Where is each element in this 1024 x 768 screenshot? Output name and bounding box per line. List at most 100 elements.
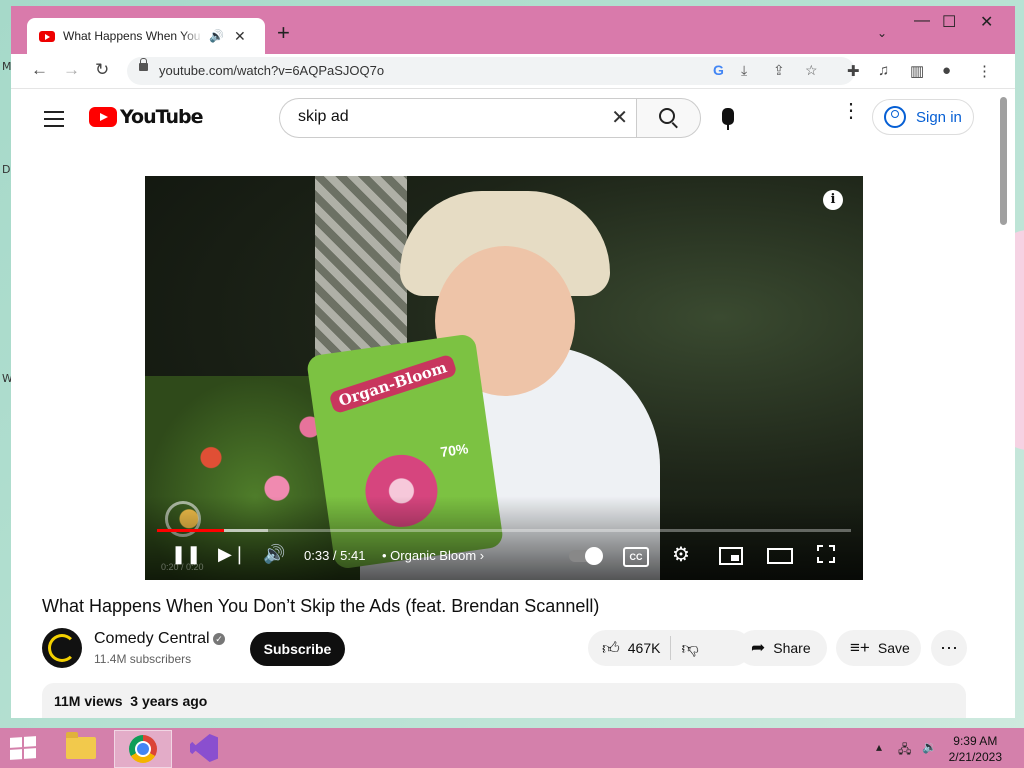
taskbar-chrome[interactable] [114, 730, 172, 768]
forward-arrow-icon[interactable]: → [63, 60, 80, 80]
pause-icon[interactable]: ❚❚ [171, 544, 201, 565]
save-button[interactable]: ≡+ Save [836, 630, 921, 666]
speaker-icon[interactable]: 🔊 [209, 29, 224, 43]
close-window-button[interactable]: ✕ [980, 12, 993, 32]
like-divider [670, 636, 672, 660]
autoplay-toggle[interactable] [569, 547, 603, 565]
share-arrow-icon: ➦ [751, 638, 766, 657]
side-panel-icon[interactable]: ▥ [910, 62, 924, 80]
settings-more-icon[interactable]: ⋮ [841, 101, 861, 121]
profile-avatar-icon[interactable]: ● [942, 62, 951, 79]
like-count[interactable]: 467K [628, 640, 661, 656]
video-title: What Happens When You Don’t Skip the Ads… [42, 596, 600, 616]
close-tab-icon[interactable]: ✕ [234, 28, 246, 45]
channel-name[interactable]: Comedy Central [94, 630, 210, 648]
fullscreen-icon[interactable] [817, 545, 835, 563]
chrome-icon [129, 735, 157, 763]
network-icon[interactable]: 🖧 [898, 740, 911, 761]
subscriber-count: 11.4M subscribers [94, 652, 192, 666]
lock-icon[interactable] [139, 58, 148, 71]
save-label: Save [877, 640, 910, 656]
theater-mode-icon[interactable] [767, 548, 793, 564]
save-playlist-icon: ≡+ [850, 638, 870, 657]
install-app-icon[interactable]: ⤓ [741, 62, 747, 79]
search-box[interactable]: ✕ [279, 98, 636, 138]
media-controls-icon[interactable]: ♫ [878, 62, 889, 79]
subscribe-button[interactable]: Subscribe [250, 632, 345, 666]
channel-avatar[interactable] [42, 628, 82, 668]
voice-search-mic-icon[interactable] [722, 108, 734, 130]
like-dislike-group: 👍︎ 467K 👎︎ [588, 630, 751, 666]
time-display: 0:33 / 5:41 [304, 548, 366, 563]
settings-gear-icon[interactable]: ⚙ [672, 542, 690, 567]
maximize-button[interactable]: ☐ [942, 12, 956, 32]
description-box[interactable]: 11M views 3 years ago [42, 683, 966, 718]
reload-icon[interactable]: ↻ [95, 60, 109, 80]
browser-toolbar: ← → ↻ youtube.com/watch?v=6AQPaSJOQ7o G … [11, 54, 1015, 89]
new-tab-button[interactable]: + [277, 20, 290, 46]
tray-chevron-icon[interactable]: ▴ [876, 740, 882, 754]
tab-title: What Happens When You Don't Skip the Ads… [63, 29, 203, 43]
search-input[interactable] [296, 107, 600, 127]
address-url[interactable]: youtube.com/watch?v=6AQPaSJOQ7o [159, 63, 384, 78]
extensions-puzzle-icon[interactable]: ✚ [847, 62, 860, 80]
next-icon[interactable]: ▶❘ [218, 544, 247, 565]
search-icon [659, 108, 675, 124]
volume-tray-icon[interactable]: 🔉 [922, 740, 937, 754]
desktop-icon-label[interactable]: D [2, 163, 10, 176]
view-count-and-age: 11M views 3 years ago [54, 693, 207, 709]
start-windows-icon[interactable] [10, 736, 36, 760]
youtube-play-icon [89, 107, 117, 127]
search-button[interactable] [636, 98, 701, 138]
upload-age: 3 years ago [130, 693, 208, 709]
back-arrow-icon[interactable]: ← [31, 60, 48, 80]
controls-gradient [145, 496, 863, 580]
video-player[interactable]: Organ-Bloom 70% i 0:20 / 0:20 ❚❚ ▶❘ 🔊 0:… [145, 176, 863, 580]
progress-played [157, 529, 225, 532]
chapter-label: Organic Bloom [390, 548, 477, 563]
thumbs-up-icon[interactable]: 👍︎ [602, 638, 620, 659]
tab-strip: What Happens When You Don't Skip the Ads… [11, 6, 1015, 54]
miniplayer-icon[interactable] [719, 547, 743, 565]
menu-hamburger-icon[interactable] [44, 111, 64, 132]
account-icon [884, 106, 906, 128]
google-lens-icon[interactable]: G [713, 62, 724, 78]
share-page-icon[interactable]: ⇪ [773, 62, 785, 79]
taskbar: ▴ 🖧 🔉 9:39 AM 2/21/2023 [0, 728, 1024, 768]
page-scrollbar[interactable] [995, 89, 1015, 718]
youtube-favicon-icon [39, 30, 55, 42]
product-percent-text: 70% [439, 440, 470, 460]
bookmark-star-icon[interactable]: ☆ [805, 62, 818, 79]
more-actions-button[interactable]: ⋯ [931, 630, 967, 666]
chapter-title[interactable]: • Organic Bloom › [382, 548, 484, 563]
taskbar-clock[interactable]: 9:39 AM 2/21/2023 [949, 733, 1002, 765]
product-brand-text: Organ-Bloom [328, 353, 458, 415]
clock-date: 2/21/2023 [948, 750, 1002, 764]
clear-search-icon[interactable]: ✕ [611, 105, 628, 130]
taskbar-visual-studio[interactable] [176, 730, 232, 766]
visual-studio-icon [190, 734, 218, 762]
progress-bar[interactable] [157, 529, 851, 532]
thumbs-down-icon[interactable]: 👎︎ [681, 638, 698, 659]
scrollbar-thumb[interactable] [1000, 97, 1007, 225]
info-icon[interactable]: i [823, 190, 843, 210]
browser-window: What Happens When You Don't Skip the Ads… [11, 6, 1015, 718]
folder-icon [66, 732, 96, 759]
sign-in-button[interactable]: Sign in [872, 99, 974, 135]
taskbar-file-explorer[interactable] [53, 730, 109, 766]
share-label: Share [773, 640, 811, 656]
browser-menu-icon[interactable]: ⋮ [977, 62, 992, 80]
clock-time: 9:39 AM [953, 734, 998, 748]
view-count: 11M views [54, 693, 123, 709]
minimize-button[interactable]: — [914, 12, 930, 30]
browser-tab[interactable]: What Happens When You Don't Skip the Ads… [27, 18, 265, 54]
volume-icon[interactable]: 🔊 [263, 544, 285, 565]
share-button[interactable]: ➦ Share [737, 630, 827, 666]
address-bar[interactable]: youtube.com/watch?v=6AQPaSJOQ7o G ⤓ ⇪ ☆ [127, 57, 855, 85]
captions-icon[interactable]: CC [623, 547, 649, 567]
sign-in-label: Sign in [916, 108, 962, 126]
tab-search-chevron-icon[interactable]: ⌄ [877, 26, 887, 40]
youtube-logo[interactable]: YouTube [89, 106, 203, 128]
youtube-logo-text: YouTube [120, 106, 203, 128]
youtube-page: YouTube ✕ ⋮ Sign in Organ-Bloom 70% [11, 89, 995, 718]
